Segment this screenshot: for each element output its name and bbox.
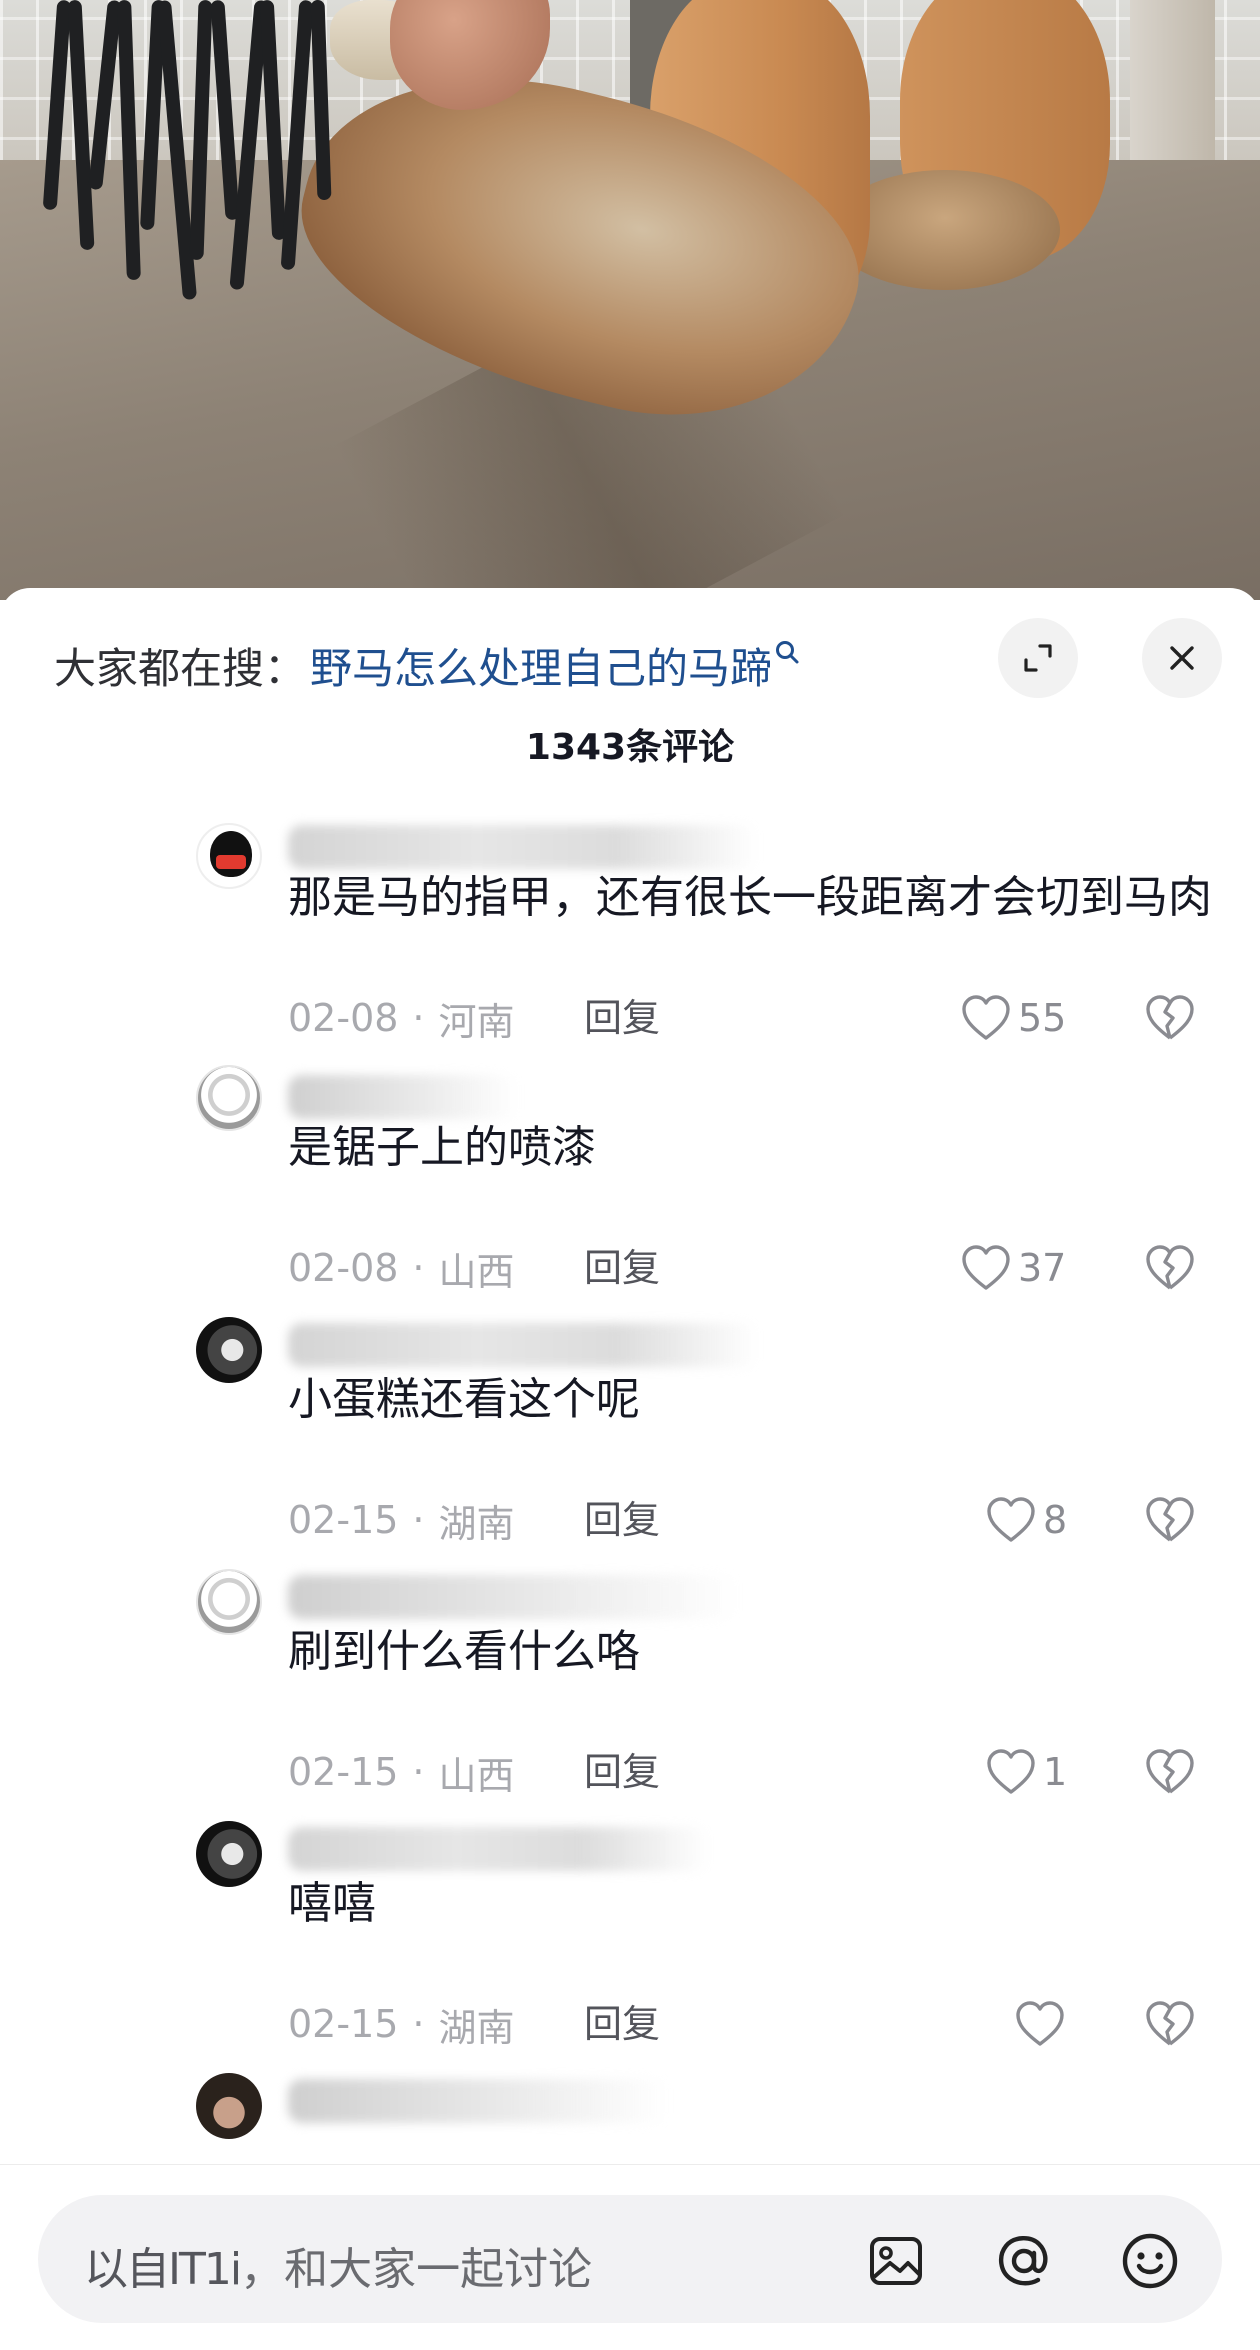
comment-meta: 02-08 · 河南 xyxy=(288,993,515,1044)
meta-separator: · xyxy=(412,996,425,1040)
heart-icon xyxy=(987,1749,1035,1794)
comment-text: 刷到什么看什么咯 xyxy=(288,1626,640,1677)
comment-date: 02-15 xyxy=(288,2002,399,2046)
reply-button[interactable]: 回复 xyxy=(584,1999,660,2049)
heart-icon xyxy=(962,995,1010,1040)
comment-text: 小蛋糕还看这个呢 xyxy=(288,1374,640,1425)
avatar[interactable] xyxy=(196,1569,262,1635)
comment-meta: 02-15 · 湖南 xyxy=(288,1495,515,1546)
avatar[interactable] xyxy=(196,823,262,889)
broken-heart-icon[interactable] xyxy=(1144,1747,1196,1797)
heart-icon xyxy=(1016,2001,1064,2046)
search-icon xyxy=(774,639,800,672)
reply-button[interactable]: 回复 xyxy=(584,1495,660,1545)
username-blurred[interactable] xyxy=(288,1323,758,1367)
comment-meta: 02-15 · 湖南 xyxy=(288,1999,515,2050)
like-button[interactable] xyxy=(1014,1996,1072,2052)
like-count: 1 xyxy=(1043,1750,1068,1794)
close-icon xyxy=(1170,646,1194,670)
reply-button[interactable]: 回复 xyxy=(584,1747,660,1797)
like-count: 8 xyxy=(1043,1498,1068,1542)
like-count: 55 xyxy=(1018,996,1067,1040)
username-blurred[interactable] xyxy=(288,1575,738,1619)
avatar[interactable] xyxy=(196,2073,262,2139)
comment-date: 02-15 xyxy=(288,1750,399,1794)
broken-heart-icon[interactable] xyxy=(1144,1243,1196,1293)
comment-date: 02-15 xyxy=(288,1498,399,1542)
like-button[interactable]: 37 xyxy=(960,1240,1066,1296)
comment-text: 是锯子上的喷漆 xyxy=(288,1122,596,1173)
broken-heart-icon[interactable] xyxy=(1144,1999,1196,2049)
reply-button[interactable]: 回复 xyxy=(584,1243,660,1293)
emoji-icon[interactable] xyxy=(1118,2229,1182,2293)
placeholder-text: ，和大家一起讨论 xyxy=(240,2244,593,2295)
placeholder-garbled-prefix: 以自IT1i xyxy=(84,2244,242,2295)
broken-heart-icon[interactable] xyxy=(1144,993,1196,1043)
comment-region: 河南 xyxy=(438,999,515,1044)
video-frame[interactable] xyxy=(0,0,1260,600)
meta-separator: · xyxy=(412,1246,425,1290)
like-count: 37 xyxy=(1018,1246,1067,1290)
trending-search[interactable]: 大家都在搜： 野马怎么处理自己的马蹄 xyxy=(54,630,800,700)
meta-separator: · xyxy=(412,2002,425,2046)
reply-button[interactable]: 回复 xyxy=(584,993,660,1043)
username-blurred[interactable] xyxy=(288,2079,668,2123)
heart-icon xyxy=(987,1497,1035,1542)
comment-date: 02-08 xyxy=(288,996,399,1040)
comment-text: 那是马的指甲，还有很长一段距离才会切到马肉 xyxy=(288,872,1212,923)
trending-search-prefix: 大家都在搜： xyxy=(54,643,307,693)
comment-meta: 02-15 · 山西 xyxy=(288,1747,515,1798)
meta-separator: · xyxy=(412,1750,425,1794)
expand-icon xyxy=(1024,644,1052,672)
comment-region: 山西 xyxy=(438,1249,515,1294)
avatar[interactable] xyxy=(196,1821,262,1887)
expand-button[interactable] xyxy=(998,618,1078,698)
comment-meta: 02-08 · 山西 xyxy=(288,1243,515,1294)
avatar[interactable] xyxy=(196,1317,262,1383)
comment-region: 山西 xyxy=(438,1753,515,1798)
image-icon[interactable] xyxy=(864,2229,928,2293)
black-fringe xyxy=(40,0,360,320)
comment-region: 湖南 xyxy=(438,2005,515,2050)
comment-sheet: 大家都在搜： 野马怎么处理自己的马蹄 1343条评论 那是马的指甲，还有很长一段… xyxy=(0,588,1260,2350)
comment-count: 1343条评论 xyxy=(525,727,735,768)
avatar[interactable] xyxy=(196,1065,262,1131)
comment-region: 湖南 xyxy=(438,1501,515,1546)
comment-input[interactable]: 以自IT1i，和大家一起讨论 xyxy=(38,2195,1222,2323)
comment-text: 嘻嘻 xyxy=(288,1878,376,1929)
broken-heart-icon[interactable] xyxy=(1144,1495,1196,1545)
comment-input-placeholder: 以自IT1i，和大家一起讨论 xyxy=(84,2233,592,2297)
like-button[interactable]: 55 xyxy=(960,990,1066,1046)
close-button[interactable] xyxy=(1142,618,1222,698)
meta-separator: · xyxy=(412,1498,425,1542)
trending-search-query[interactable]: 野马怎么处理自己的马蹄 xyxy=(310,635,772,696)
like-button[interactable]: 1 xyxy=(985,1744,1067,1800)
comment-date: 02-08 xyxy=(288,1246,399,1290)
heart-icon xyxy=(962,1245,1010,1290)
username-blurred[interactable] xyxy=(288,1827,708,1871)
comment-input-bar: 以自IT1i，和大家一起讨论 xyxy=(0,2164,1260,2350)
like-button[interactable]: 8 xyxy=(985,1492,1067,1548)
at-icon[interactable] xyxy=(992,2229,1056,2293)
